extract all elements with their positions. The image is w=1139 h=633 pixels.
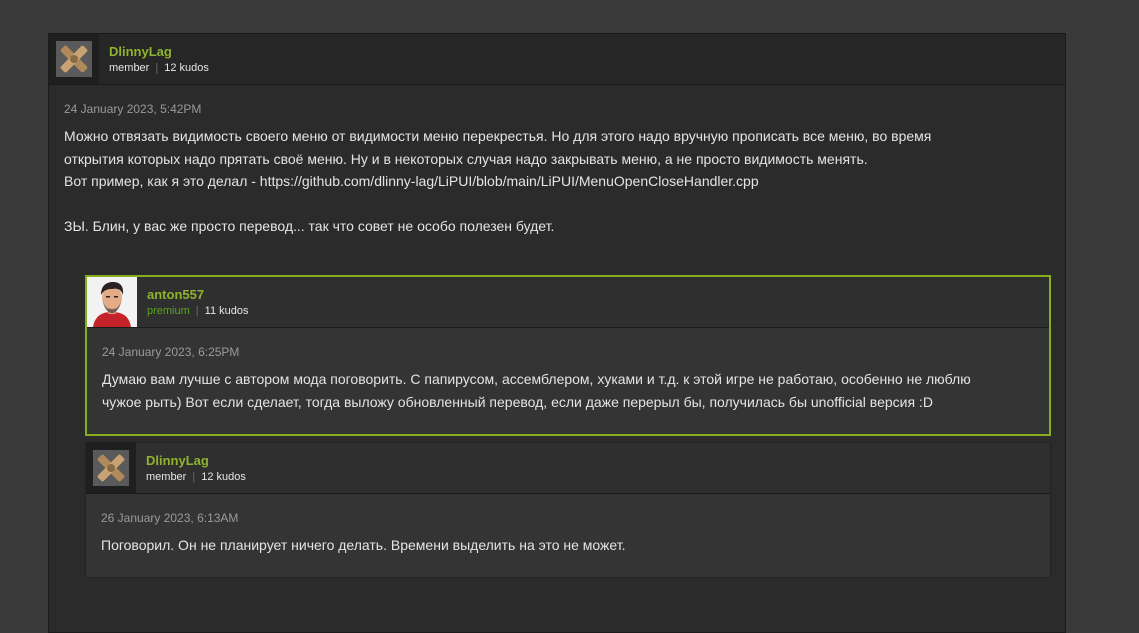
comment-text: Думаю вам лучше с автором мода поговорит…: [102, 371, 971, 410]
meta-separator: |: [195, 304, 199, 317]
comment-header: DlinnyLag member | 12 kudos: [49, 34, 1065, 85]
user-role: member: [109, 61, 150, 74]
meta-separator: |: [192, 470, 196, 483]
user-meta: premium | 11 kudos: [147, 304, 248, 318]
avatar[interactable]: [86, 443, 136, 493]
user-role: premium: [147, 304, 190, 317]
comment-text: Можно отвязать видимость своего меню от …: [64, 128, 932, 234]
meta-separator: |: [155, 61, 159, 74]
username[interactable]: DlinnyLag: [109, 44, 209, 60]
user-info: anton557 premium | 11 kudos: [147, 287, 248, 318]
user-meta: member | 12 kudos: [146, 470, 246, 484]
reply-body: 24 January 2023, 6:25PM Думаю вам лучше …: [87, 328, 1049, 423]
comment-body: 24 January 2023, 5:42PM Можно отвязать в…: [49, 85, 1065, 250]
user-kudos: 12 kudos: [201, 470, 246, 483]
user-kudos: 12 kudos: [164, 61, 209, 74]
user-kudos: 11 kudos: [204, 304, 249, 317]
comment-date: 26 January 2023, 6:13AM: [101, 511, 239, 525]
user-meta: member | 12 kudos: [109, 61, 209, 75]
comment-date: 24 January 2023, 5:42PM: [64, 102, 202, 116]
user-role: member: [146, 470, 187, 483]
crossed-logo-icon: [93, 450, 129, 486]
reply-comment: anton557 premium | 11 kudos 24 January 202…: [85, 275, 1051, 436]
user-info: DlinnyLag member | 12 kudos: [146, 453, 246, 484]
comment-thread: DlinnyLag member | 12 kudos 24 January 202…: [48, 33, 1066, 633]
avatar[interactable]: [49, 34, 99, 84]
crossed-logo-icon: [56, 41, 92, 77]
reply-body: 26 January 2023, 6:13AM Поговорил. Он не…: [86, 494, 1050, 567]
username[interactable]: anton557: [147, 287, 248, 303]
comment-date: 24 January 2023, 6:25PM: [102, 345, 240, 359]
reply-comment: DlinnyLag member | 12 kudos 26 January 202…: [85, 442, 1051, 578]
comment-text: Поговорил. Он не планирует ничего делать…: [101, 537, 626, 553]
avatar[interactable]: [87, 277, 137, 327]
reply-header: DlinnyLag member | 12 kudos: [86, 443, 1050, 494]
user-info: DlinnyLag member | 12 kudos: [109, 44, 209, 75]
reply-header: anton557 premium | 11 kudos: [87, 277, 1049, 328]
user-portrait-icon: [87, 277, 137, 327]
username[interactable]: DlinnyLag: [146, 453, 246, 469]
